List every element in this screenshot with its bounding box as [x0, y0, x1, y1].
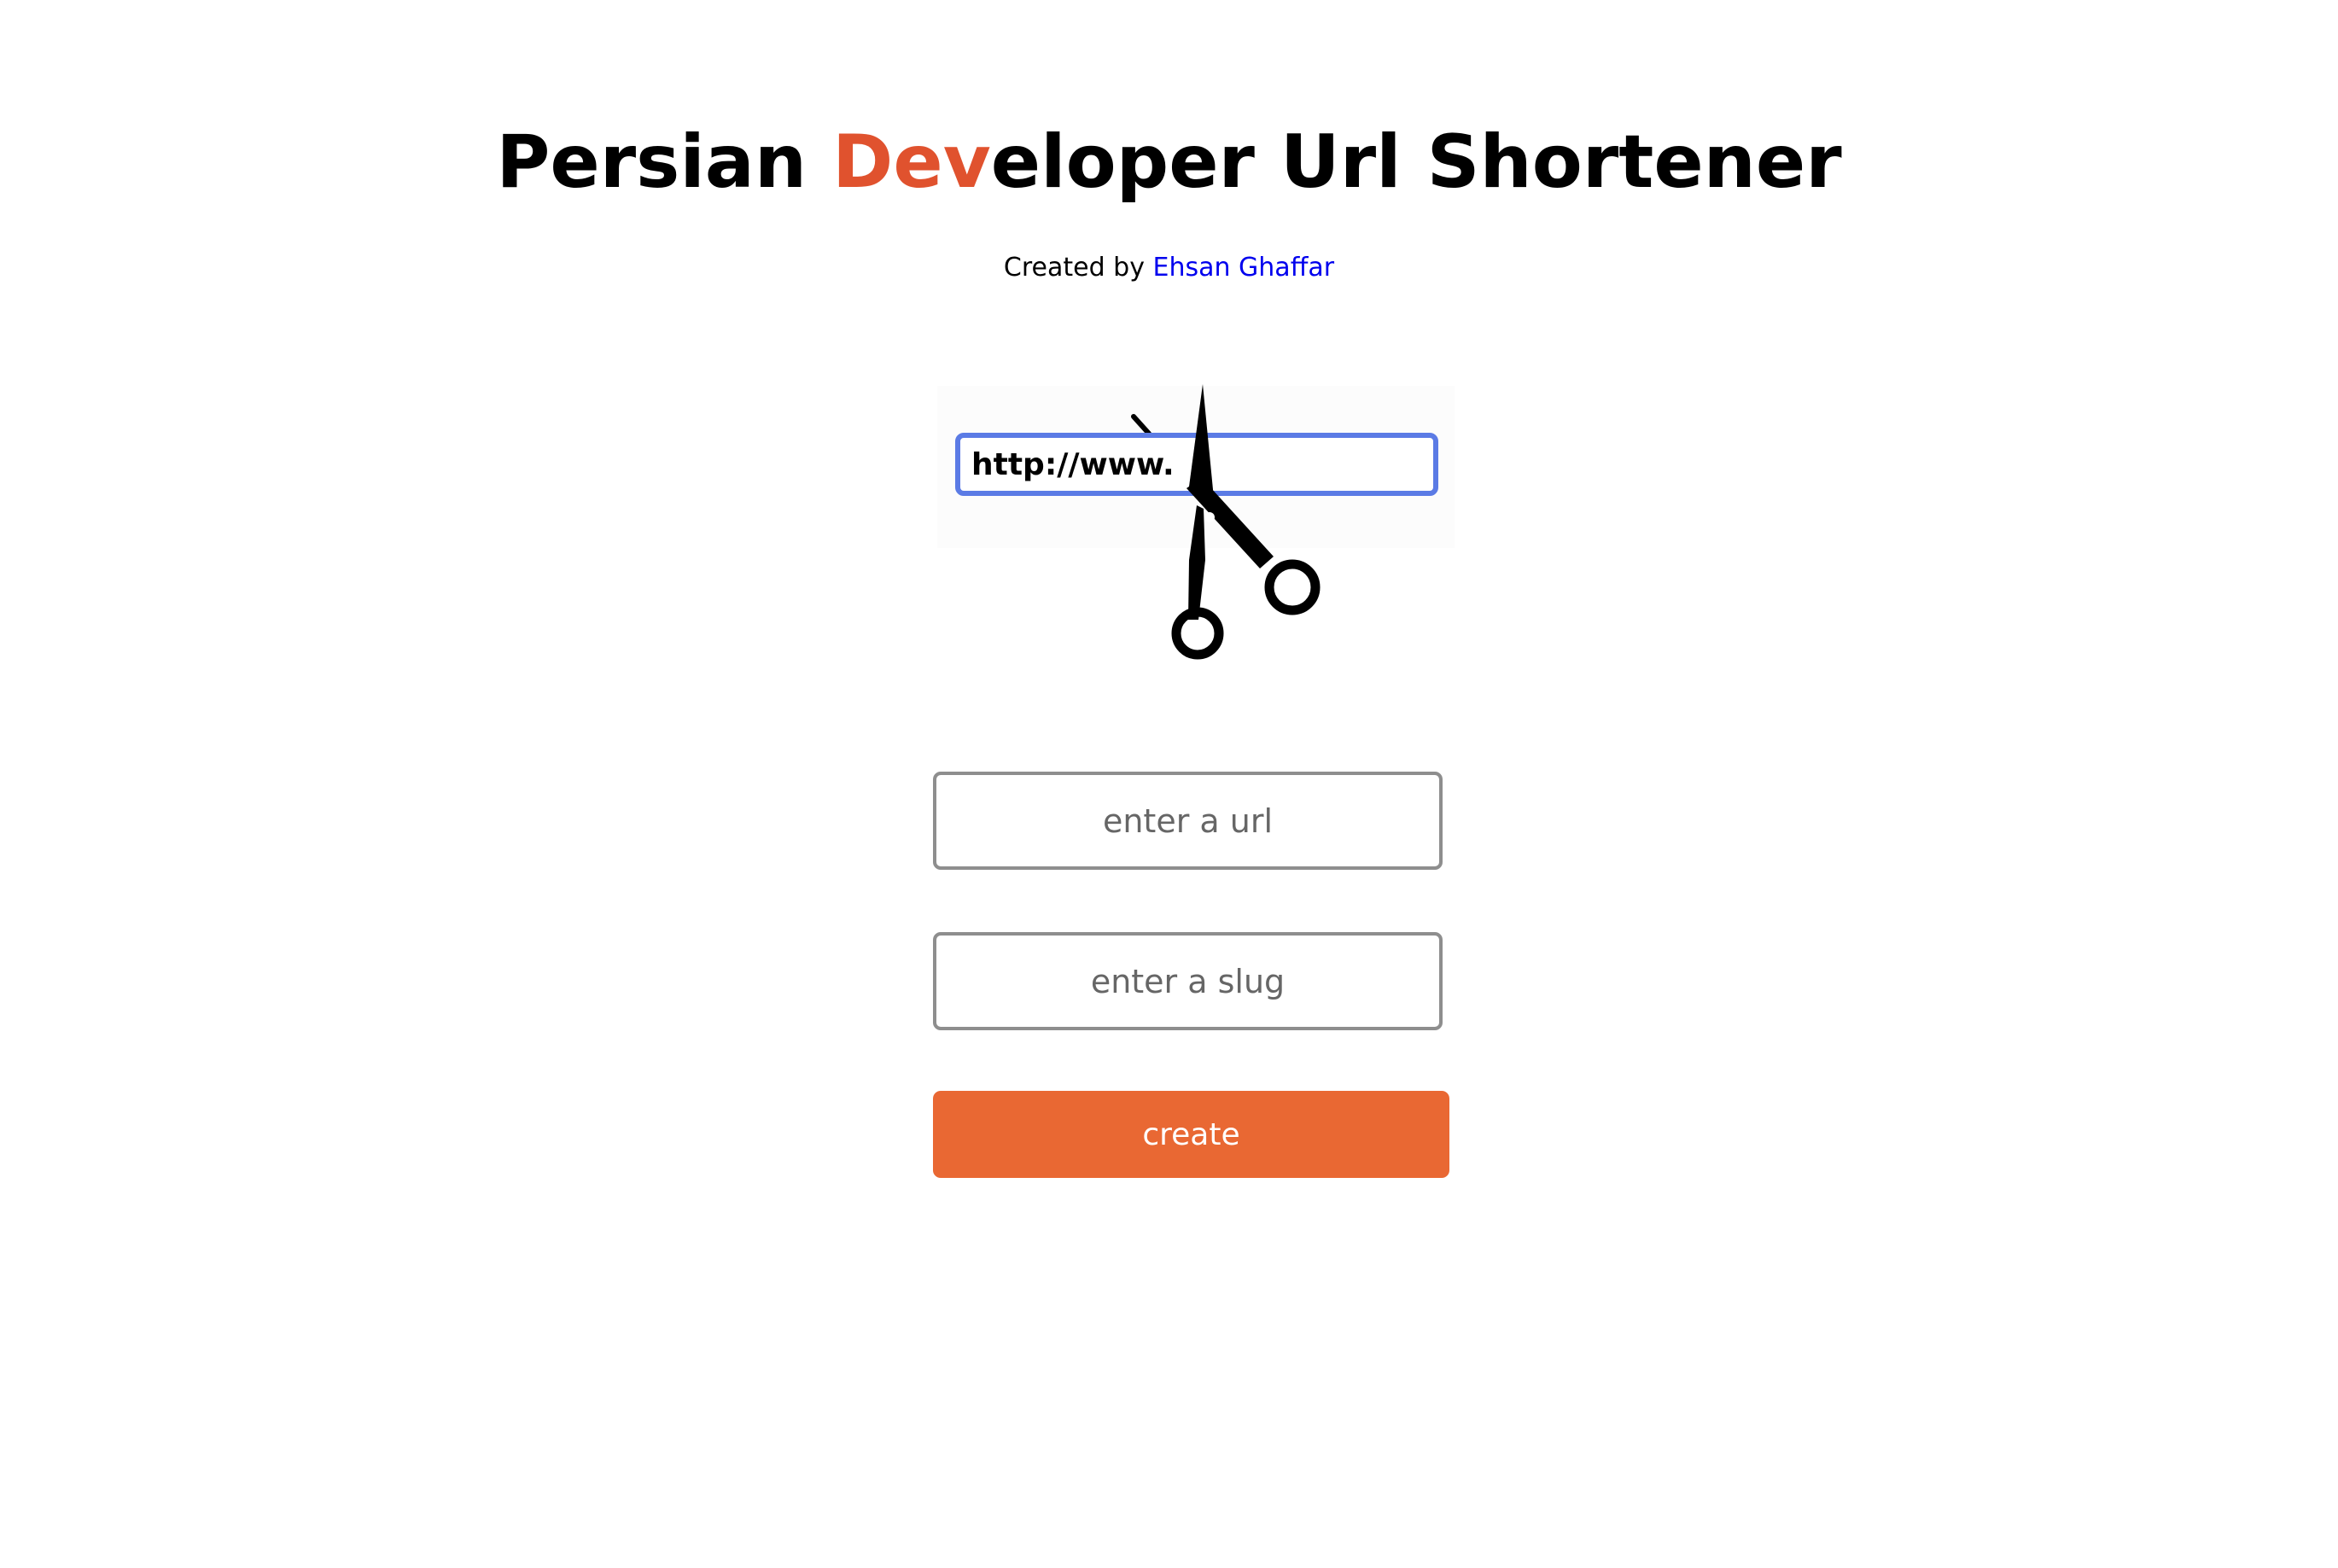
page-title: Persian Developer Url Shortener: [0, 111, 2338, 213]
author-link[interactable]: Ehsan Ghaffar: [1153, 253, 1335, 283]
url-cut-logo: http://www.: [937, 384, 1455, 660]
title-accent: Dev: [832, 119, 991, 205]
create-button[interactable]: create: [933, 1091, 1449, 1178]
credit-prefix: Created by: [1003, 253, 1153, 283]
scissors-handle-right: [1264, 559, 1321, 615]
title-prefix: Persian: [496, 119, 832, 205]
url-box-text: http://www.: [971, 447, 1175, 482]
scissors-pivot: [1204, 512, 1215, 522]
author-credit: Created by Ehsan Ghaffar: [0, 249, 2338, 287]
url-input[interactable]: [933, 772, 1443, 870]
slug-input[interactable]: [933, 932, 1443, 1030]
title-suffix: eloper Url Shortener: [990, 119, 1842, 205]
